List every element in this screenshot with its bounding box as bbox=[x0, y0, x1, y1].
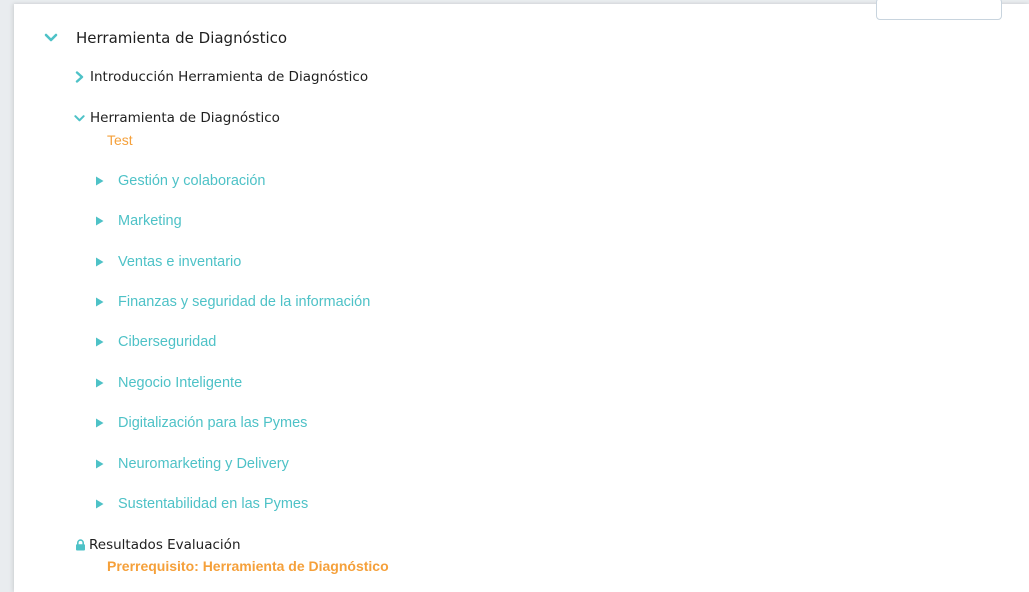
test-item-label: Digitalización para las Pymes bbox=[118, 415, 308, 431]
test-item-label: Ciberseguridad bbox=[118, 334, 217, 350]
chevron-right-icon bbox=[74, 71, 85, 83]
chevron-down-icon bbox=[74, 112, 85, 124]
lesson-tool[interactable]: Herramienta de Diagnóstico bbox=[74, 107, 280, 129]
chevron-down-icon bbox=[44, 31, 58, 45]
test-item[interactable]: Ventas e inventario bbox=[94, 251, 994, 273]
test-item-label: Sustentabilidad en las Pymes bbox=[118, 496, 309, 512]
triangle-right-icon bbox=[94, 216, 104, 226]
test-item[interactable]: Finanzas y seguridad de la información bbox=[94, 291, 994, 313]
section-header[interactable]: Herramienta de Diagnóstico bbox=[44, 26, 287, 50]
test-item[interactable]: Negocio Inteligente bbox=[94, 372, 994, 394]
test-item-label: Negocio Inteligente bbox=[118, 375, 243, 391]
top-action-button[interactable] bbox=[876, 0, 1002, 20]
triangle-right-icon bbox=[94, 378, 104, 388]
test-item[interactable]: Gestión y colaboración bbox=[94, 170, 994, 192]
triangle-right-icon bbox=[94, 176, 104, 186]
triangle-right-icon bbox=[94, 418, 104, 428]
triangle-right-icon bbox=[94, 297, 104, 307]
prerequisite-label: Prerrequisito: Herramienta de Diagnóstic… bbox=[107, 558, 389, 574]
triangle-right-icon bbox=[94, 257, 104, 267]
lock-icon bbox=[74, 539, 86, 551]
test-item-label: Gestión y colaboración bbox=[118, 173, 266, 189]
test-item-label: Finanzas y seguridad de la información bbox=[118, 294, 371, 310]
lesson-tool-title: Herramienta de Diagnóstico bbox=[90, 110, 280, 126]
course-content-card: Herramienta de Diagnóstico Introducción … bbox=[14, 0, 1029, 592]
test-item[interactable]: Neuromarketing y Delivery bbox=[94, 453, 994, 475]
test-item-label: Neuromarketing y Delivery bbox=[118, 456, 289, 472]
lesson-results-locked: Resultados Evaluación bbox=[74, 534, 241, 556]
test-item[interactable]: Digitalización para las Pymes bbox=[94, 412, 994, 434]
triangle-right-icon bbox=[94, 337, 104, 347]
lesson-intro-title: Introducción Herramienta de Diagnóstico bbox=[90, 69, 369, 85]
triangle-right-icon bbox=[94, 499, 104, 509]
lesson-type-label: Test bbox=[107, 132, 133, 148]
section-title: Herramienta de Diagnóstico bbox=[76, 29, 288, 47]
test-item-label: Marketing bbox=[118, 213, 182, 229]
triangle-right-icon bbox=[94, 459, 104, 469]
test-item[interactable]: Sustentabilidad en las Pymes bbox=[94, 493, 994, 515]
lesson-intro[interactable]: Introducción Herramienta de Diagnóstico bbox=[74, 66, 368, 88]
test-item-label: Ventas e inventario bbox=[118, 254, 242, 270]
test-item[interactable]: Marketing bbox=[94, 210, 994, 232]
test-item[interactable]: Ciberseguridad bbox=[94, 331, 994, 353]
lesson-results-title: Resultados Evaluación bbox=[89, 537, 241, 553]
